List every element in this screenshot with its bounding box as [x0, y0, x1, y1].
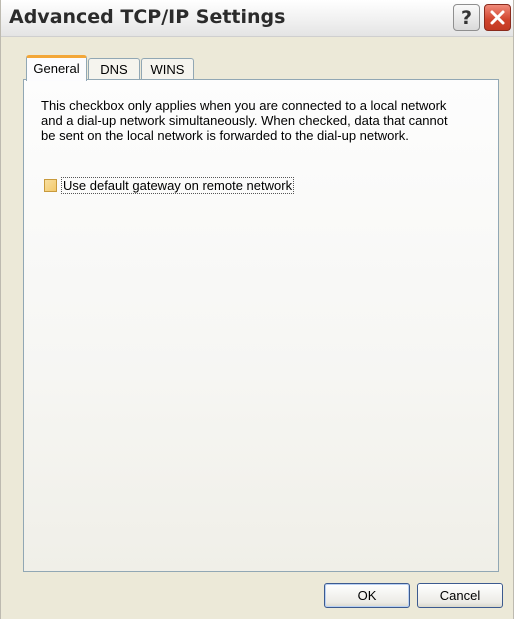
- tab-wins[interactable]: WINS: [141, 58, 194, 80]
- description-text: This checkbox only applies when you are …: [41, 98, 448, 143]
- help-icon: ?: [460, 6, 473, 29]
- window-title: Advanced TCP/IP Settings: [9, 6, 286, 28]
- dialog-window: Advanced TCP/IP Settings ? General DNS W…: [0, 0, 514, 619]
- tab-dns[interactable]: DNS: [88, 58, 140, 80]
- default-gateway-checkbox[interactable]: [44, 179, 57, 192]
- default-gateway-label[interactable]: Use default gateway on remote network: [61, 177, 295, 194]
- close-button[interactable]: [484, 4, 511, 31]
- close-icon: [490, 10, 505, 25]
- tab-panel-general: [23, 79, 499, 572]
- tab-general[interactable]: General: [26, 55, 87, 81]
- cancel-button[interactable]: Cancel: [417, 583, 503, 608]
- help-button[interactable]: ?: [453, 4, 480, 31]
- ok-button[interactable]: OK: [324, 583, 410, 608]
- title-bar[interactable]: Advanced TCP/IP Settings ?: [1, 0, 513, 37]
